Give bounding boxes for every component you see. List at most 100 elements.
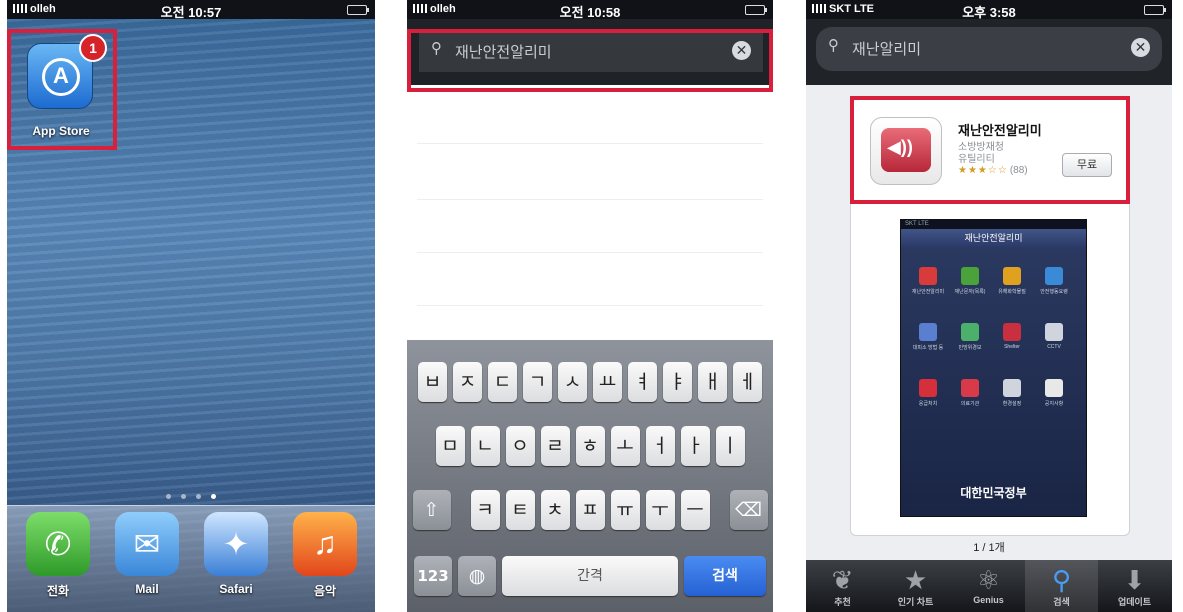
key[interactable]: ㅐ — [698, 362, 727, 402]
safari-app-icon[interactable]: ✦ — [204, 512, 268, 576]
key[interactable]: ㅠ — [610, 490, 640, 530]
status-bar: SKT LTE 오후 3:58 — [806, 0, 1172, 20]
screenshot-menu-icon — [1045, 323, 1063, 341]
battery-icon — [745, 5, 767, 15]
battery-icon — [347, 5, 369, 15]
key[interactable]: ㅓ — [645, 426, 675, 466]
key[interactable]: ㄱ — [523, 362, 552, 402]
key[interactable]: ㄷ — [488, 362, 517, 402]
screenshot-menu-label: 환경설정 — [1002, 401, 1022, 407]
clear-icon[interactable]: ✕ — [1131, 38, 1150, 57]
screenshot-menu-label: 재난안전알리미 — [911, 289, 945, 295]
screenshot-menu-label: CCTV — [1047, 344, 1061, 350]
dock-label-mail: Mail — [135, 582, 159, 596]
tab-3[interactable]: ⚲ 검색 — [1025, 560, 1098, 612]
mail-icon: ✉ — [133, 526, 161, 562]
tab-2[interactable]: ⚛ Genius — [952, 560, 1025, 612]
key[interactable]: ㄴ — [470, 426, 500, 466]
tab-1[interactable]: ★ 인기 차트 — [879, 560, 952, 612]
screenshot-title: 재난안전알리미 — [901, 229, 1086, 248]
screenshot-menu-icon — [961, 323, 979, 341]
screenshot-menu-icon — [1003, 267, 1021, 285]
screenshot-menu-label: 민방위경보 — [958, 345, 982, 351]
keyboard: ㅂㅈㄷㄱㅅㅛㅕㅑㅐㅔ ㅁㄴㅇㄹㅎㅗㅓㅏㅣ ⇧ ㅋㅌㅊㅍㅠㅜㅡ ⌫ 123 ◍ 간… — [407, 340, 773, 612]
space-key[interactable]: 간격 — [502, 556, 678, 596]
government-logo: 대한민국정부 — [960, 486, 1027, 500]
numbers-key[interactable]: 123 — [414, 556, 452, 596]
screenshot-menu-icon — [1003, 323, 1021, 341]
tab-4[interactable]: ⬇ 업데이트 — [1098, 560, 1171, 612]
key[interactable]: ㅗ — [610, 426, 640, 466]
key[interactable]: ㅈ — [453, 362, 482, 402]
screenshot-menu-label: 안전행동요령 — [1040, 289, 1068, 295]
key[interactable]: ㅊ — [540, 490, 570, 530]
page-count: 1 / 1개 — [973, 542, 1005, 554]
screenshot-menu-icon — [961, 267, 979, 285]
key[interactable]: ㅅ — [558, 362, 587, 402]
music-icon: ♫ — [313, 525, 337, 561]
backspace-key[interactable]: ⌫ — [729, 490, 768, 530]
tab-0[interactable]: ❦ 추천 — [806, 560, 879, 612]
key[interactable]: ㅇ — [505, 426, 535, 466]
screenshot-menu-label: 유해화학물질 — [998, 289, 1026, 295]
battery-icon — [1144, 5, 1166, 15]
music-app-icon[interactable]: ♫ — [293, 512, 357, 576]
key[interactable]: ㅡ — [680, 490, 710, 530]
screenshot-menu-icon — [1045, 379, 1063, 397]
search-text: 재난알리미 — [852, 41, 922, 58]
search-screen: olleh 오전 10:58 ⚲ 재난안전알리미 ✕ ㅂㅈㄷㄱㅅㅛㅕㅑㅐㅔ ㅁㄴ… — [407, 0, 773, 612]
key[interactable]: ㅎ — [575, 426, 605, 466]
screenshot-menu-label: 재난문자(목록) — [954, 289, 986, 295]
status-bar: olleh 오전 10:58 — [407, 0, 773, 20]
tab-bar: ❦ 추천 ★ 인기 차트 ⚛ Genius ⚲ 검색 ⬇ 업데이트 — [806, 560, 1172, 612]
genius-icon: ⚛ — [976, 565, 1001, 595]
key[interactable]: ㅔ — [733, 362, 762, 402]
key[interactable]: ㅍ — [575, 490, 605, 530]
screenshot-menu-icon — [919, 323, 937, 341]
results-screen: SKT LTE 오후 3:58 ⚲ 재난알리미 ✕ 재난안전알리미 소방방재청 … — [806, 0, 1172, 612]
key[interactable]: ㅏ — [680, 426, 710, 466]
globe-icon[interactable]: ◍ — [458, 556, 496, 596]
key[interactable]: ㅜ — [645, 490, 675, 530]
star-icon: ★ — [903, 565, 928, 595]
tab-label: 추천 — [834, 597, 851, 607]
clock: 오전 10:57 — [160, 5, 222, 20]
screenshot-menu-label: 의료기관 — [960, 401, 980, 407]
key[interactable]: ㅌ — [505, 490, 535, 530]
phone-app-icon[interactable]: ✆ — [26, 512, 90, 576]
keyboard-row-4: 123 ◍ 간격 검색 — [407, 556, 773, 596]
highlight-box — [407, 29, 773, 92]
search-key[interactable]: 검색 — [684, 556, 766, 596]
key[interactable]: ㅋ — [470, 490, 500, 530]
screenshot-menu-icon — [1045, 267, 1063, 285]
app-screenshot[interactable]: SKT LTE 재난안전알리미 대한민국정부 재난안전알리미 재난문자(목록) 유해… — [900, 219, 1087, 517]
tab-label: 업데이트 — [1117, 597, 1152, 607]
key[interactable]: ㅣ — [715, 426, 745, 466]
screenshot-menu-icon — [1003, 379, 1021, 397]
tab-label: 인기 차트 — [897, 597, 934, 607]
screenshot-menu-icon — [919, 267, 937, 285]
key[interactable]: ㅕ — [628, 362, 657, 402]
search-input[interactable]: ⚲ 재난알리미 ✕ — [816, 27, 1162, 71]
key[interactable]: ㅂ — [418, 362, 447, 402]
keyboard-row-2: ㅁㄴㅇㄹㅎㅗㅓㅏㅣ — [407, 426, 773, 466]
screenshot-menu-label: Shelter — [1004, 344, 1020, 350]
keyboard-row-3: ⇧ ㅋㅌㅊㅍㅠㅜㅡ ⌫ — [407, 490, 773, 530]
search-icon: ⚲ — [828, 37, 839, 54]
highlight-box — [850, 96, 1130, 204]
screenshot-menu-label: 대피소 방법 등 — [912, 345, 944, 351]
highlight-box — [7, 29, 117, 150]
key[interactable]: ㅛ — [593, 362, 622, 402]
updates-icon: ⬇ — [1123, 565, 1146, 595]
key[interactable]: ㅁ — [435, 426, 465, 466]
shift-key[interactable]: ⇧ — [412, 490, 451, 530]
screenshot-menu-icon — [961, 379, 979, 397]
screenshot-menu-label: 공지사항 — [1044, 401, 1064, 407]
page-indicator — [7, 486, 375, 504]
key[interactable]: ㄹ — [540, 426, 570, 466]
phone-icon: ✆ — [44, 526, 72, 562]
safari-icon: ✦ — [222, 526, 250, 562]
tab-label: 검색 — [1053, 597, 1070, 607]
mail-app-icon[interactable]: ✉ — [115, 512, 179, 576]
key[interactable]: ㅑ — [663, 362, 692, 402]
